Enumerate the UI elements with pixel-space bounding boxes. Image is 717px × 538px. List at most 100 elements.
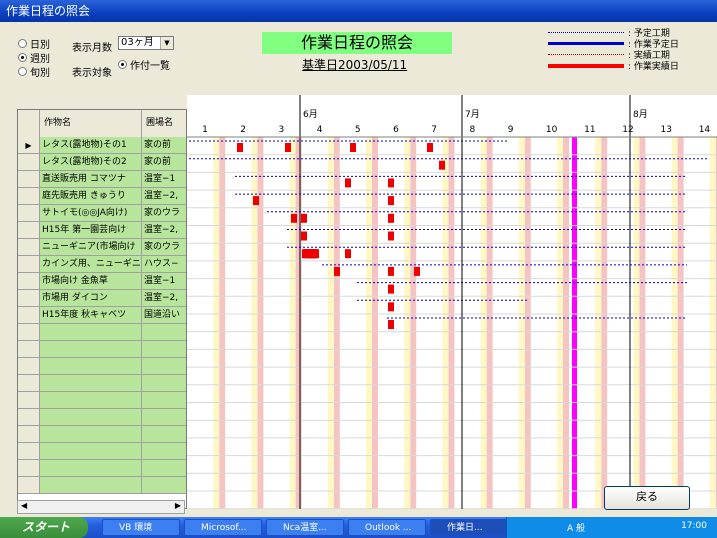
crop-cell[interactable]: レタス(露地物)その1 <box>40 137 142 154</box>
crop-cell[interactable] <box>40 392 142 409</box>
radio-crop-list[interactable]: 作付一覧 <box>118 57 170 72</box>
taskbar-button[interactable]: Microsof... <box>184 519 262 536</box>
field-cell[interactable] <box>142 426 186 443</box>
field-cell[interactable] <box>142 375 186 392</box>
crop-cell[interactable]: ニューギニア(市場向け <box>40 239 142 256</box>
row-header[interactable] <box>18 341 40 358</box>
saturday-stripe <box>671 137 678 509</box>
field-cell[interactable] <box>142 358 186 375</box>
chevron-down-icon[interactable]: ▼ <box>160 37 173 49</box>
row-header[interactable] <box>18 273 40 290</box>
field-cell[interactable]: 温室−2, <box>142 222 186 239</box>
row-header[interactable] <box>18 358 40 375</box>
horizontal-scrollbar[interactable]: ◀ ▶ <box>17 500 185 514</box>
work-day-marker <box>388 302 394 312</box>
radio-dekad[interactable]: 旬別 <box>18 64 50 79</box>
row-header[interactable] <box>18 324 40 341</box>
crop-cell[interactable] <box>40 460 142 477</box>
field-cell[interactable] <box>142 443 186 460</box>
field-cell[interactable] <box>142 409 186 426</box>
weekend-stripe <box>372 137 378 509</box>
crop-cell[interactable] <box>40 324 142 341</box>
field-cell[interactable]: 家の前 <box>142 137 186 154</box>
crop-cell[interactable]: H15年 第一園芸向け <box>40 222 142 239</box>
field-cell[interactable]: 国道沿い <box>142 307 186 324</box>
field-cell[interactable]: 家のウラ <box>142 205 186 222</box>
row-header[interactable] <box>18 460 40 477</box>
crop-cell[interactable] <box>40 426 142 443</box>
scroll-right-icon[interactable]: ▶ <box>175 501 181 510</box>
field-cell[interactable] <box>142 324 186 341</box>
crop-cell[interactable]: 庭先販売用 きゅうり <box>40 188 142 205</box>
taskbar-button[interactable]: Outlook ... <box>348 519 426 536</box>
row-header[interactable] <box>18 171 40 188</box>
crop-cell[interactable] <box>40 443 142 460</box>
field-cell[interactable]: 温室−2, <box>142 290 186 307</box>
taskbar-button[interactable]: 作業日... <box>430 519 508 536</box>
crop-cell[interactable] <box>40 341 142 358</box>
row-header[interactable] <box>18 392 40 409</box>
scroll-left-icon[interactable]: ◀ <box>21 501 27 510</box>
taskbar-button[interactable]: Nca温室... <box>266 519 344 536</box>
radio-indicator-selected <box>118 60 127 69</box>
row-header[interactable] <box>18 443 40 460</box>
taskbar: スタート VB 環境 Microsof... Nca温室... Outlook ...… <box>0 517 717 538</box>
radio-weekly-label: 週別 <box>30 54 50 65</box>
row-header[interactable] <box>18 426 40 443</box>
column-header-field[interactable]: 圃場名 <box>142 110 186 137</box>
row-header[interactable] <box>18 256 40 273</box>
crop-cell[interactable]: 市場向け 金魚草 <box>40 273 142 290</box>
field-cell[interactable]: ハウス− <box>142 256 186 273</box>
base-date: 基準日2003/05/11 <box>302 58 408 72</box>
field-cell[interactable]: 温室−1 <box>142 273 186 290</box>
work-day-marker <box>285 143 291 152</box>
field-cell[interactable]: 温室−1 <box>142 171 186 188</box>
column-header-crop[interactable]: 作物名 <box>40 110 142 137</box>
radio-daily[interactable]: 日別 <box>18 36 50 51</box>
crop-cell[interactable]: 市場用 ダイコン <box>40 290 142 307</box>
row-header[interactable] <box>18 239 40 256</box>
field-cell[interactable] <box>142 477 186 494</box>
months-count-select[interactable]: 03ヶ月 ▼ <box>118 36 174 50</box>
row-header[interactable] <box>18 222 40 239</box>
taskbar-button[interactable]: VB 環境 <box>102 519 180 536</box>
row-header[interactable] <box>18 409 40 426</box>
field-cell[interactable]: 家の前 <box>142 154 186 171</box>
crop-cell[interactable] <box>40 477 142 494</box>
work-day-marker <box>334 266 340 276</box>
crop-cell[interactable]: H15年度 秋キャベツ <box>40 307 142 324</box>
field-cell[interactable] <box>142 460 186 477</box>
crop-cell[interactable]: サトイモ(◎◎JA向け) <box>40 205 142 222</box>
row-header[interactable] <box>18 154 40 171</box>
work-day-marker <box>253 196 259 206</box>
crop-cell[interactable]: 直送販売用 コマツナ <box>40 171 142 188</box>
crop-cell[interactable]: カインズ用、ニューギニ <box>40 256 142 273</box>
row-header[interactable] <box>18 375 40 392</box>
start-button[interactable]: スタート <box>0 517 88 538</box>
saturday-stripe <box>709 137 716 509</box>
row-header[interactable] <box>18 307 40 324</box>
crop-cell[interactable]: レタス(露地物)その2 <box>40 154 142 171</box>
crop-cell[interactable] <box>40 409 142 426</box>
week-label: 8 <box>470 125 476 135</box>
radio-weekly[interactable]: 週別 <box>18 50 50 65</box>
row-header[interactable] <box>18 188 40 205</box>
saturday-stripe <box>557 137 563 509</box>
row-header[interactable] <box>18 205 40 222</box>
work-day-marker <box>388 266 394 276</box>
crop-grid[interactable]: 作物名 圃場名 ▶ レタス(露地物)その1 家の前 レタス(露地物)その2 家の前 直送販… <box>17 109 187 509</box>
row-header[interactable]: ▶ <box>18 137 40 154</box>
field-cell[interactable] <box>142 341 186 358</box>
back-button[interactable]: 戻る <box>604 486 690 510</box>
row-header[interactable] <box>18 290 40 307</box>
work-day-marker <box>345 178 351 188</box>
field-cell[interactable]: 家のウラ <box>142 239 186 256</box>
crop-cell[interactable] <box>40 375 142 392</box>
work-day-marker <box>291 213 297 223</box>
week-label: 6 <box>393 125 399 135</box>
field-cell[interactable]: 温室−2, <box>142 188 186 205</box>
ime-indicator[interactable]: A 般 <box>567 521 585 534</box>
field-cell[interactable] <box>142 392 186 409</box>
row-header[interactable] <box>18 477 40 494</box>
crop-cell[interactable] <box>40 358 142 375</box>
